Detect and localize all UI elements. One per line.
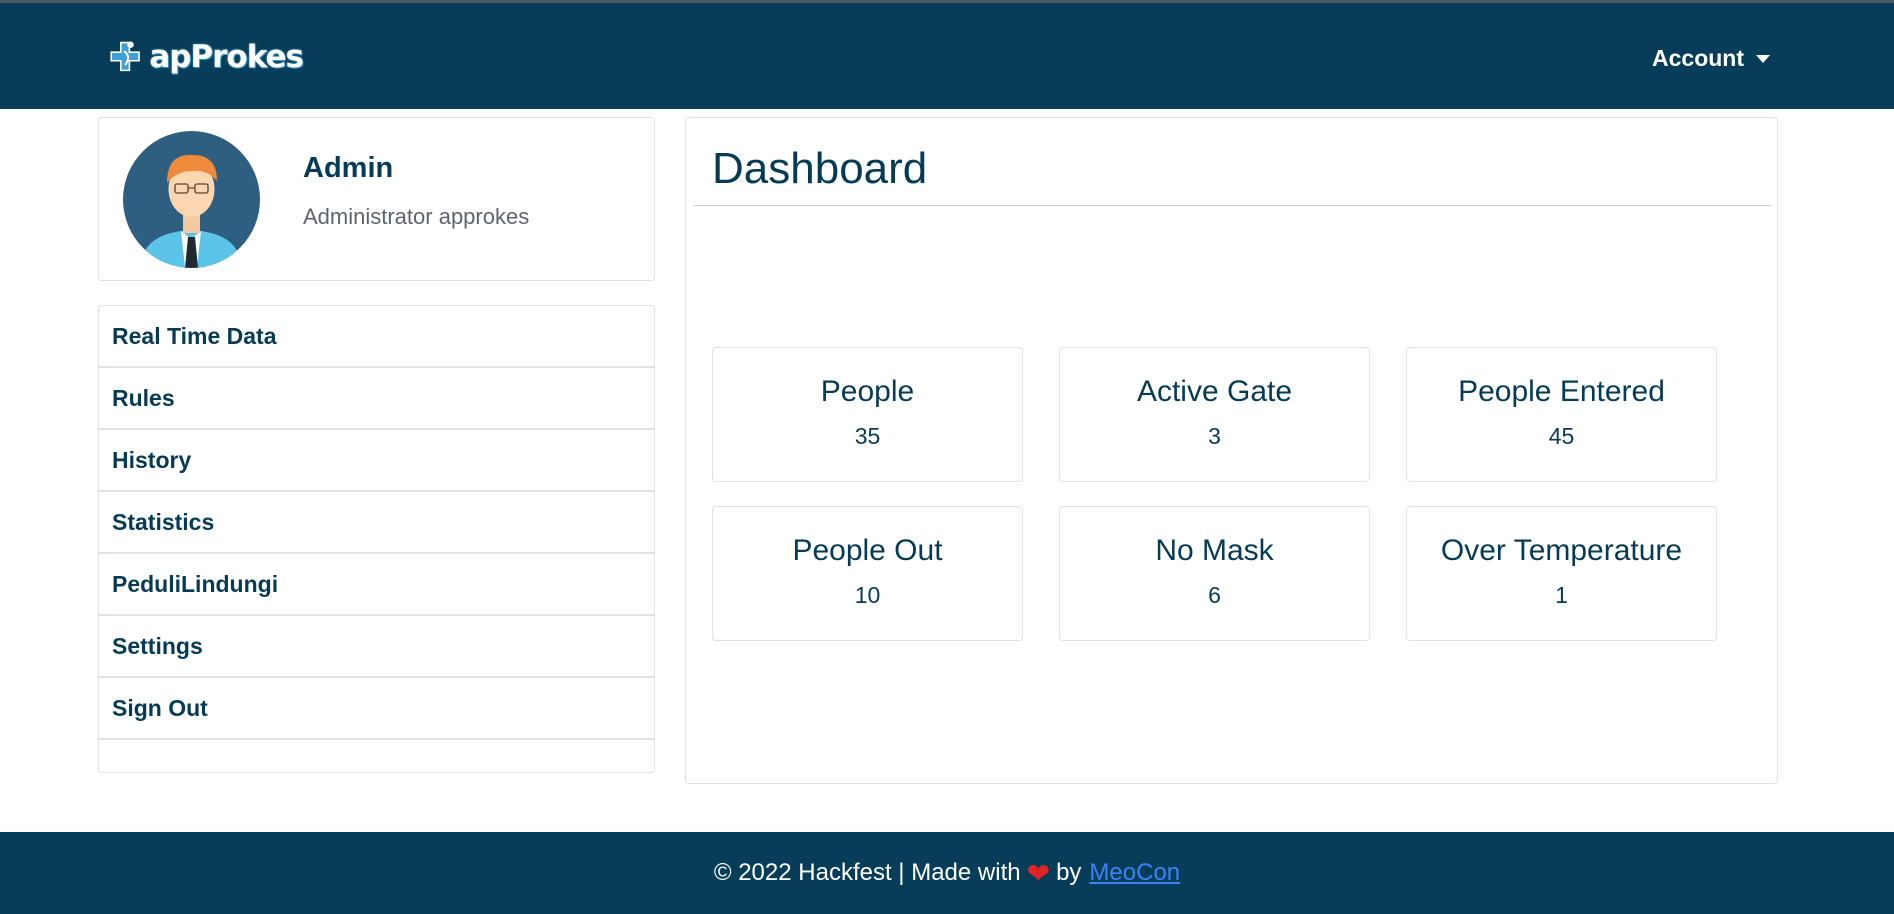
sidebar-menu: Real Time Data Rules History Statistics …	[98, 305, 655, 773]
stat-label: Over Temperature	[1440, 534, 1683, 567]
heart-icon: ❤	[1026, 857, 1051, 889]
stat-value: 10	[854, 582, 881, 608]
sidebar-item-history[interactable]: History	[99, 430, 654, 492]
stat-value: 35	[854, 423, 881, 449]
footer: © 2022 Hackfest | Made with ❤ by MeoCon	[0, 832, 1894, 914]
medical-cross-icon	[110, 41, 140, 72]
stat-card-no-mask: No Mask 6	[1059, 506, 1370, 641]
app-logo[interactable]: apProkes	[108, 21, 304, 93]
navbar: apProkes Account	[0, 3, 1894, 109]
logo-text: apProkes	[149, 39, 304, 75]
caret-down-icon	[1756, 54, 1770, 63]
title-divider	[694, 205, 1771, 206]
stat-card-active-gate: Active Gate 3	[1059, 347, 1370, 482]
stat-value: 45	[1548, 423, 1575, 449]
stat-label: People	[820, 375, 915, 408]
stat-card-people-entered: People Entered 45	[1406, 347, 1717, 482]
page-title: Dashboard	[712, 144, 928, 193]
footer-author-link[interactable]: MeoCon	[1089, 859, 1180, 887]
dashboard-panel: Dashboard People 35 Active Gate 3 People…	[685, 117, 1778, 784]
sidebar-item-sign-out[interactable]: Sign Out	[99, 678, 654, 740]
sidebar-item-rules[interactable]: Rules	[99, 368, 654, 430]
profile-role: Administrator approkes	[303, 204, 530, 229]
sidebar-item-pedulilindungi[interactable]: PeduliLindungi	[99, 554, 654, 616]
footer-copyright: © 2022 Hackfest | Made with	[713, 859, 1021, 886]
footer-by: by	[1056, 859, 1082, 886]
stat-label: People Entered	[1458, 375, 1665, 408]
sidebar-item-settings[interactable]: Settings	[99, 616, 654, 678]
stat-label: No Mask	[1155, 534, 1274, 567]
account-dropdown[interactable]: Account	[1652, 45, 1770, 72]
stat-value: 1	[1555, 582, 1568, 608]
stat-label: Active Gate	[1136, 375, 1293, 408]
stat-value: 6	[1208, 582, 1221, 608]
sidebar-item-real-time-data[interactable]: Real Time Data	[99, 306, 654, 368]
stat-card-over-temperature: Over Temperature 1	[1406, 506, 1717, 641]
stat-label: People Out	[792, 534, 943, 567]
sidebar-item-statistics[interactable]: Statistics	[99, 492, 654, 554]
stat-value: 3	[1208, 423, 1221, 449]
stat-card-people: People 35	[712, 347, 1023, 482]
user-avatar	[123, 131, 260, 268]
profile-name: Admin	[303, 152, 394, 184]
stat-card-people-out: People Out 10	[712, 506, 1023, 641]
profile-card: Admin Administrator approkes	[98, 117, 655, 281]
account-label: Account	[1652, 45, 1744, 71]
